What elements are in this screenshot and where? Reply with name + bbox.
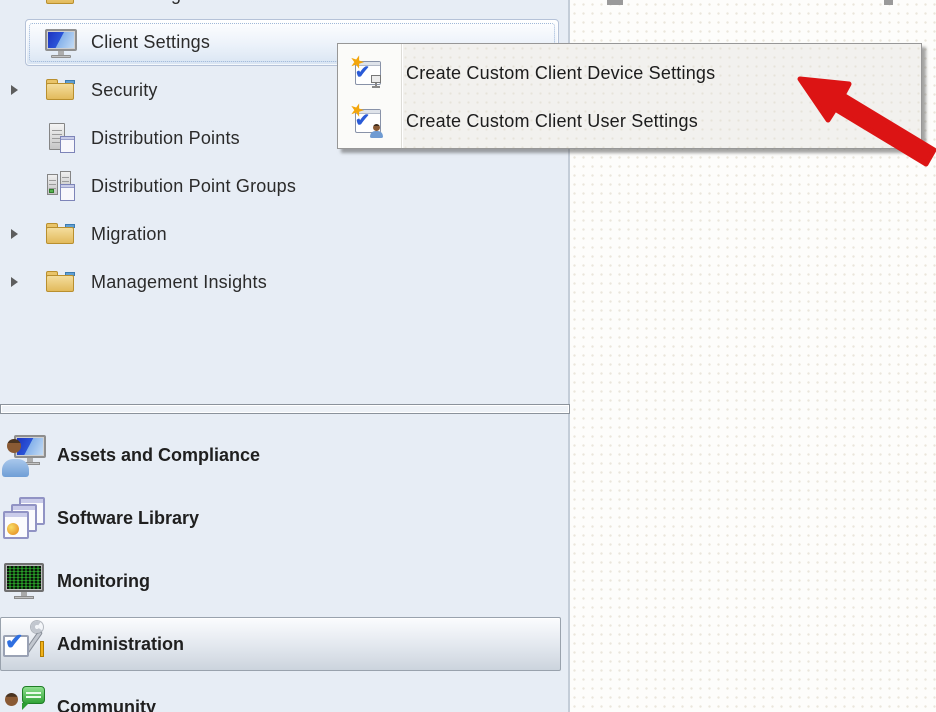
settings-user-icon: ✔ bbox=[352, 106, 382, 136]
workspace-label: Assets and Compliance bbox=[57, 445, 260, 466]
server-icon bbox=[44, 122, 78, 154]
people-chat-icon bbox=[2, 686, 48, 712]
workspace-label: Community bbox=[57, 697, 156, 712]
tree-item-distribution-point-groups[interactable]: Distribution Point Groups bbox=[0, 162, 568, 210]
tree-item-site-configuration[interactable]: Site Configuration bbox=[0, 0, 568, 18]
tree-item-label: Client Settings bbox=[91, 32, 210, 53]
workspace-label: Administration bbox=[57, 634, 184, 655]
pane-splitter[interactable] bbox=[0, 404, 570, 414]
chevron-right-icon[interactable] bbox=[11, 229, 18, 239]
stacked-windows-icon bbox=[2, 497, 48, 541]
workspace-label: Software Library bbox=[57, 508, 199, 529]
app-window: Site Configuration Client Settings Secur… bbox=[0, 0, 936, 712]
cropped-ui-artifact bbox=[607, 0, 623, 5]
folder-icon bbox=[44, 74, 78, 106]
tree-item-migration[interactable]: Migration bbox=[0, 210, 568, 258]
workspace-community[interactable]: Community bbox=[0, 676, 568, 712]
workspace-software-library[interactable]: Software Library bbox=[0, 487, 568, 550]
cropped-ui-artifact bbox=[884, 0, 893, 5]
workspace-monitoring[interactable]: Monitoring bbox=[0, 550, 568, 613]
menu-item-label: Create Custom Client User Settings bbox=[406, 111, 698, 132]
workspace-administration[interactable]: ✔ Administration bbox=[0, 613, 568, 676]
settings-device-icon: ✔ bbox=[352, 58, 382, 88]
tree-item-label: Migration bbox=[91, 224, 167, 245]
tree-item-management-insights[interactable]: Management Insights bbox=[0, 258, 568, 306]
menu-item-create-custom-client-device-settings[interactable]: ✔ Create Custom Client Device Settings bbox=[404, 49, 921, 97]
checkbox-wrench-icon: ✔ bbox=[2, 623, 48, 667]
server-group-icon bbox=[44, 170, 78, 202]
workspace-assets-and-compliance[interactable]: Assets and Compliance bbox=[0, 424, 568, 487]
menu-item-label: Create Custom Client Device Settings bbox=[406, 63, 715, 84]
folder-icon bbox=[44, 266, 78, 298]
folder-icon bbox=[44, 218, 78, 250]
green-monitor-icon bbox=[2, 560, 48, 604]
tree-item-label: Management Insights bbox=[91, 272, 267, 293]
tree-item-label: Site Configuration bbox=[91, 0, 238, 5]
tree-item-label: Distribution Points bbox=[91, 128, 240, 149]
chevron-right-icon[interactable] bbox=[11, 277, 18, 287]
monitor-icon bbox=[44, 27, 78, 59]
chevron-right-icon[interactable] bbox=[11, 85, 18, 95]
menu-item-create-custom-client-user-settings[interactable]: ✔ Create Custom Client User Settings bbox=[404, 97, 921, 145]
context-menu: ✔ Create Custom Client Device Settings ✔… bbox=[337, 43, 922, 149]
user-monitor-icon bbox=[2, 434, 48, 478]
tree-item-label: Distribution Point Groups bbox=[91, 176, 296, 197]
tree-item-label: Security bbox=[91, 80, 158, 101]
workspace-label: Monitoring bbox=[57, 571, 150, 592]
workspace-switcher: Assets and Compliance Software Library M… bbox=[0, 424, 568, 712]
folder-icon bbox=[44, 0, 78, 10]
